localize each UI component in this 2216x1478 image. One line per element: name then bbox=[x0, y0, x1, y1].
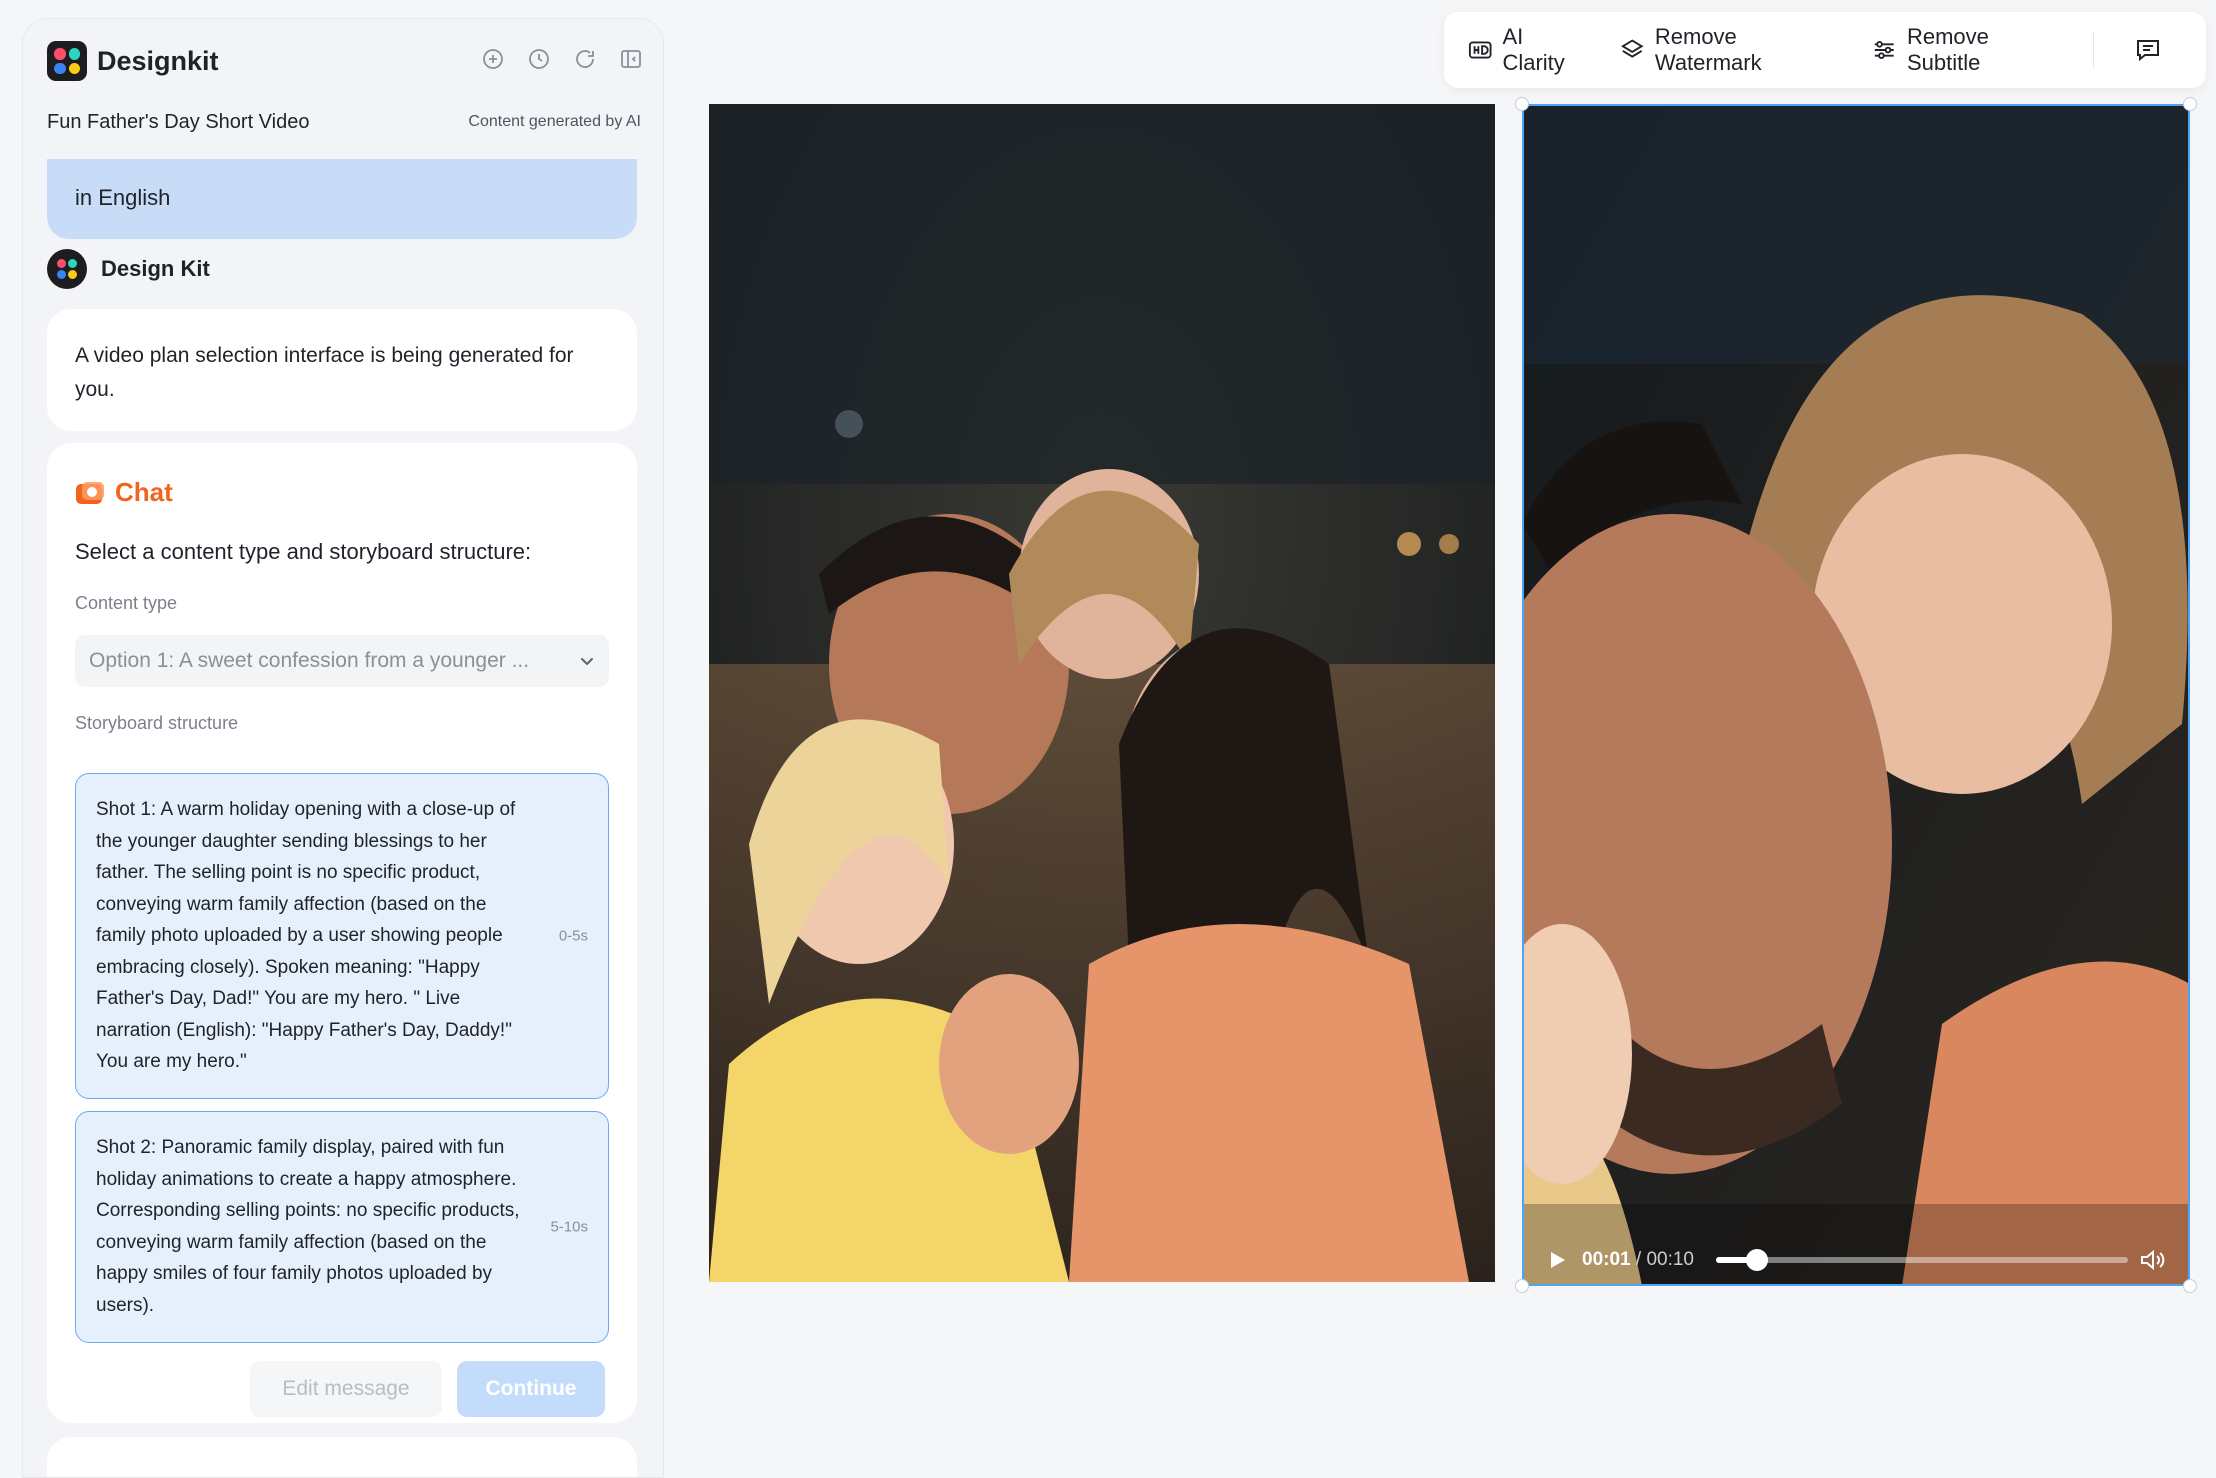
chat-card-title: Chat bbox=[75, 477, 173, 508]
shot-1-duration: 0-5s bbox=[558, 927, 588, 945]
edit-message-button[interactable]: Edit message bbox=[250, 1361, 442, 1417]
chat-prompt: Select a content type and storyboard str… bbox=[75, 539, 532, 564]
sliders-icon bbox=[1875, 41, 1895, 59]
video-preview[interactable] bbox=[1522, 104, 2190, 1286]
video-progress-knob[interactable] bbox=[1746, 1249, 1769, 1271]
layers-icon bbox=[1621, 39, 1644, 58]
brand-name: Designkit bbox=[97, 45, 219, 76]
storyboard-shot-2[interactable]: Shot 2: Panoramic family display, paired… bbox=[75, 1111, 609, 1343]
bot-header: Design Kit bbox=[47, 249, 210, 289]
refresh-icon[interactable] bbox=[573, 47, 597, 71]
collapse-panel-icon[interactable] bbox=[619, 47, 643, 71]
bot-name: Design Kit bbox=[101, 256, 210, 281]
family-photo-illustration bbox=[709, 104, 1495, 1282]
play-icon[interactable] bbox=[1546, 1249, 1568, 1271]
brand: Designkit bbox=[47, 41, 219, 81]
comment-button[interactable] bbox=[2134, 36, 2172, 64]
history-icon[interactable] bbox=[527, 47, 551, 71]
video-controls: 00:01 / 00:10 bbox=[1522, 1240, 2190, 1280]
bot-message-text: A video plan selection interface is bein… bbox=[75, 344, 574, 401]
designkit-logo bbox=[47, 41, 87, 81]
assistant-panel: in English Design Kit A video plan selec… bbox=[22, 18, 664, 1478]
ai-clarity-label: AI Clarity bbox=[1502, 24, 1565, 75]
bot-message-card: A video plan selection interface is bein… bbox=[47, 309, 637, 431]
remove-watermark-label: Remove Watermark bbox=[1654, 24, 1762, 75]
new-chat-icon[interactable] bbox=[481, 47, 505, 71]
remove-subtitle-label: Remove Subtitle bbox=[1906, 24, 1989, 75]
shot-2-duration: 5-10s bbox=[550, 1218, 588, 1236]
video-frame-illustration bbox=[1522, 104, 2190, 1286]
video-progress-bar[interactable] bbox=[1716, 1249, 2128, 1271]
bot-avatar bbox=[47, 249, 87, 289]
resize-handle-bl[interactable] bbox=[1515, 1279, 1529, 1293]
continue-button[interactable]: Continue bbox=[457, 1361, 605, 1417]
resize-handle-br[interactable] bbox=[2183, 1279, 2197, 1293]
current-time: 00:01 bbox=[1582, 1249, 1631, 1270]
chevron-down-icon bbox=[581, 658, 593, 666]
content-type-value: Option 1: A sweet confession from a youn… bbox=[89, 649, 530, 672]
content-type-label: Content type bbox=[75, 593, 178, 613]
remove-subtitle-button[interactable]: Remove Subtitle bbox=[1872, 24, 2059, 76]
storyboard-label: Storyboard structure bbox=[75, 713, 239, 733]
toolbar-divider bbox=[2093, 32, 2094, 68]
family-photo-left[interactable] bbox=[709, 104, 1495, 1282]
media-toolbar: AI Clarity Remove Watermark Remove Subti… bbox=[1444, 12, 2206, 88]
user-message-text: in English bbox=[75, 185, 171, 210]
chat-card-icon bbox=[76, 481, 104, 504]
chat-card-title-text: Chat bbox=[115, 477, 173, 507]
resize-handle-tl[interactable] bbox=[1515, 97, 1529, 111]
comment-icon bbox=[2137, 40, 2159, 62]
next-message-card bbox=[47, 1437, 637, 1477]
resize-handle-tr[interactable] bbox=[2183, 97, 2197, 111]
ai-clarity-button[interactable]: AI Clarity bbox=[1468, 24, 1586, 76]
conversation-scroll[interactable]: in English Design Kit A video plan selec… bbox=[23, 19, 663, 1477]
content-type-select[interactable]: Option 1: A sweet confession from a youn… bbox=[75, 635, 609, 687]
total-time: / 00:10 bbox=[1635, 1249, 1694, 1270]
shot-1-text: Shot 1: A warm holiday opening with a cl… bbox=[96, 799, 516, 1072]
shot-2-text: Shot 2: Panoramic family display, paired… bbox=[96, 1137, 520, 1316]
hd-icon bbox=[1468, 41, 1492, 59]
storyboard-shot-1[interactable]: Shot 1: A warm holiday opening with a cl… bbox=[75, 773, 609, 1099]
video-time: 00:01 / 00:10 bbox=[1582, 1249, 1694, 1271]
remove-watermark-button[interactable]: Remove Watermark bbox=[1620, 24, 1838, 76]
chat-card: Chat Select a content type and storyboar… bbox=[47, 443, 637, 1423]
ai-generated-note: Content generated by AI bbox=[468, 113, 641, 130]
volume-icon[interactable] bbox=[2138, 1246, 2166, 1274]
project-title: Fun Father's Day Short Video bbox=[47, 111, 310, 133]
panel-header: Designkit Fun Father's Day Short Video C… bbox=[23, 19, 663, 159]
header-actions bbox=[481, 47, 643, 71]
